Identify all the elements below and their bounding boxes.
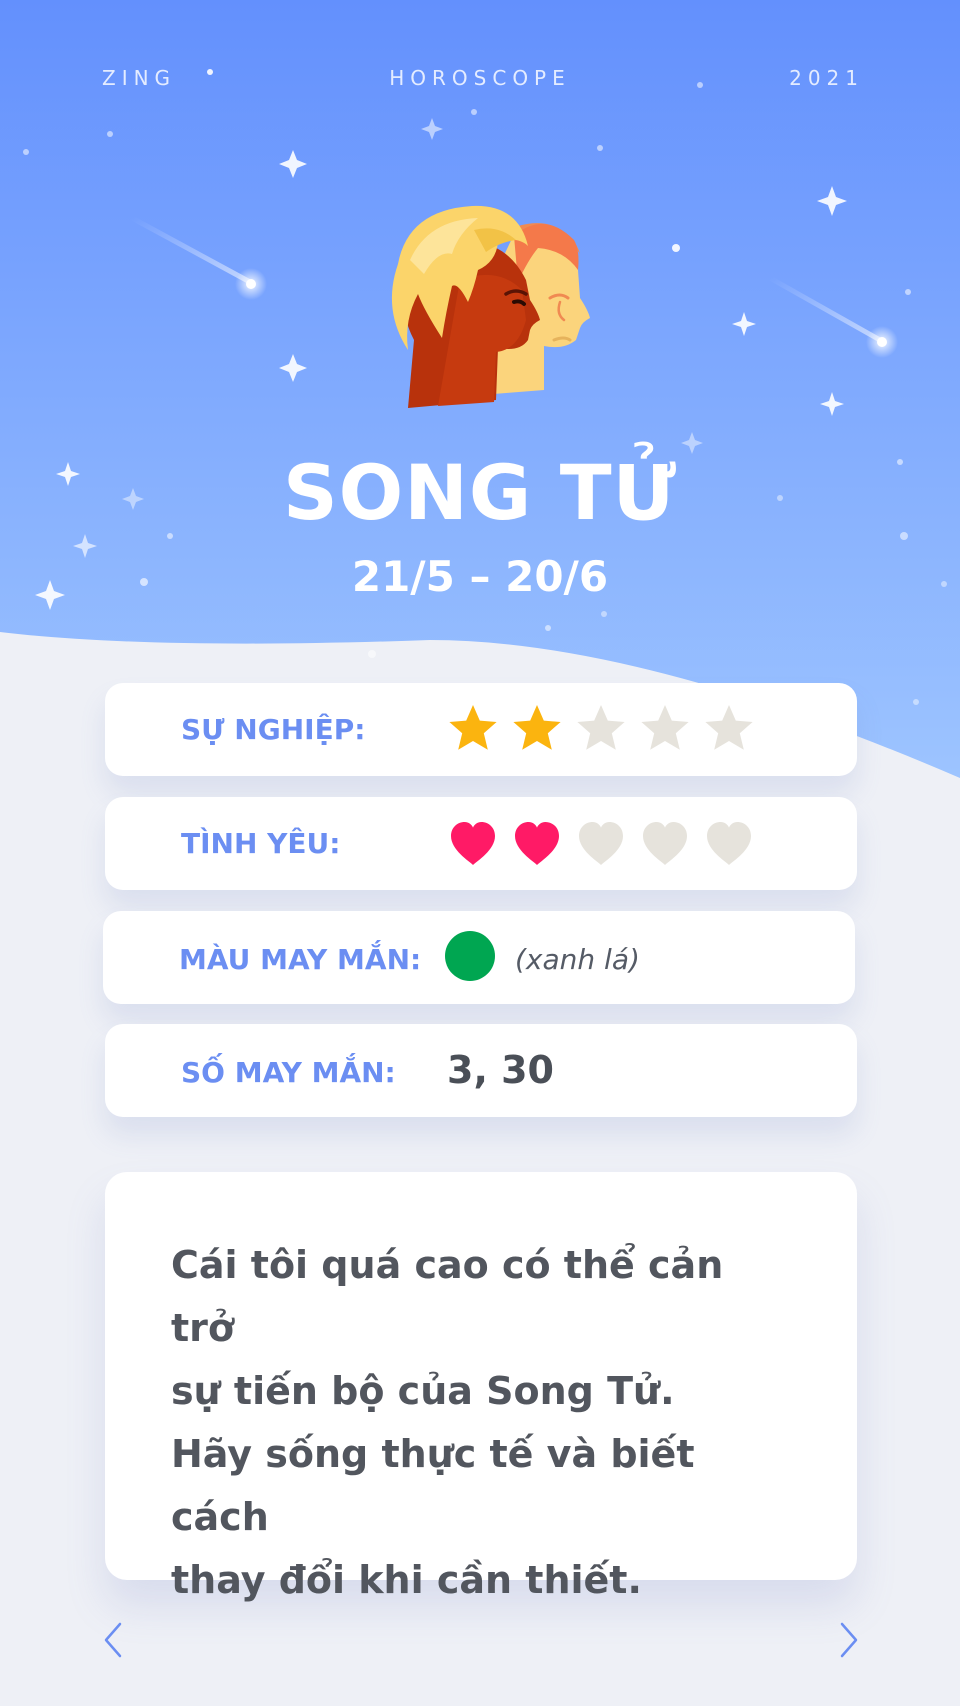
career-rating [445, 701, 765, 757]
love-label: TÌNH YÊU: [181, 827, 341, 860]
star-icon-filled [513, 705, 561, 750]
heart-icon-filled [451, 822, 495, 865]
star-icon-empty [641, 705, 689, 750]
lucky-number-card: SỐ MAY MẮN: 3, 30 [105, 1024, 857, 1117]
lucky-number-label: SỐ MAY MẮN: [181, 1056, 396, 1089]
description-card: Cái tôi quá cao có thể cản trở sự tiến b… [105, 1172, 857, 1602]
heart-icon-empty [579, 822, 623, 865]
heart-icon-empty [707, 822, 751, 865]
lucky-color-label: MÀU MAY MẮN: [179, 943, 422, 976]
sign-dates: 21/5 – 20/6 [351, 552, 609, 601]
twins-heads-icon [391, 205, 590, 408]
career-label: SỰ NGHIỆP: [181, 713, 366, 746]
chevron-left-icon[interactable] [98, 1618, 128, 1662]
lucky-color-name: (xanh lá) [515, 943, 640, 976]
heart-icon-filled [515, 822, 559, 865]
career-card: SỰ NGHIỆP: [105, 683, 857, 776]
star-icon-empty [577, 705, 625, 750]
star-icon-filled [449, 705, 497, 750]
heart-icon-empty [643, 822, 687, 865]
chevron-right-icon[interactable] [834, 1618, 864, 1662]
year-label: 2021 [789, 66, 864, 90]
love-rating [445, 815, 765, 871]
lucky-number-value: 3, 30 [447, 1048, 554, 1092]
star-icon-empty [705, 705, 753, 750]
lucky-color-swatch [445, 931, 495, 981]
horoscope-page: ZING HOROSCOPE 2021 SONG TỬ 21/5 – 20/6 … [0, 0, 960, 1706]
description-text: Cái tôi quá cao có thể cản trở sự tiến b… [171, 1243, 724, 1602]
sign-name: SONG TỬ [282, 448, 678, 537]
love-card: TÌNH YÊU: [105, 797, 857, 890]
top-bar: ZING HOROSCOPE 2021 [0, 66, 960, 96]
lucky-color-card: MÀU MAY MẮN: (xanh lá) [103, 911, 855, 1004]
